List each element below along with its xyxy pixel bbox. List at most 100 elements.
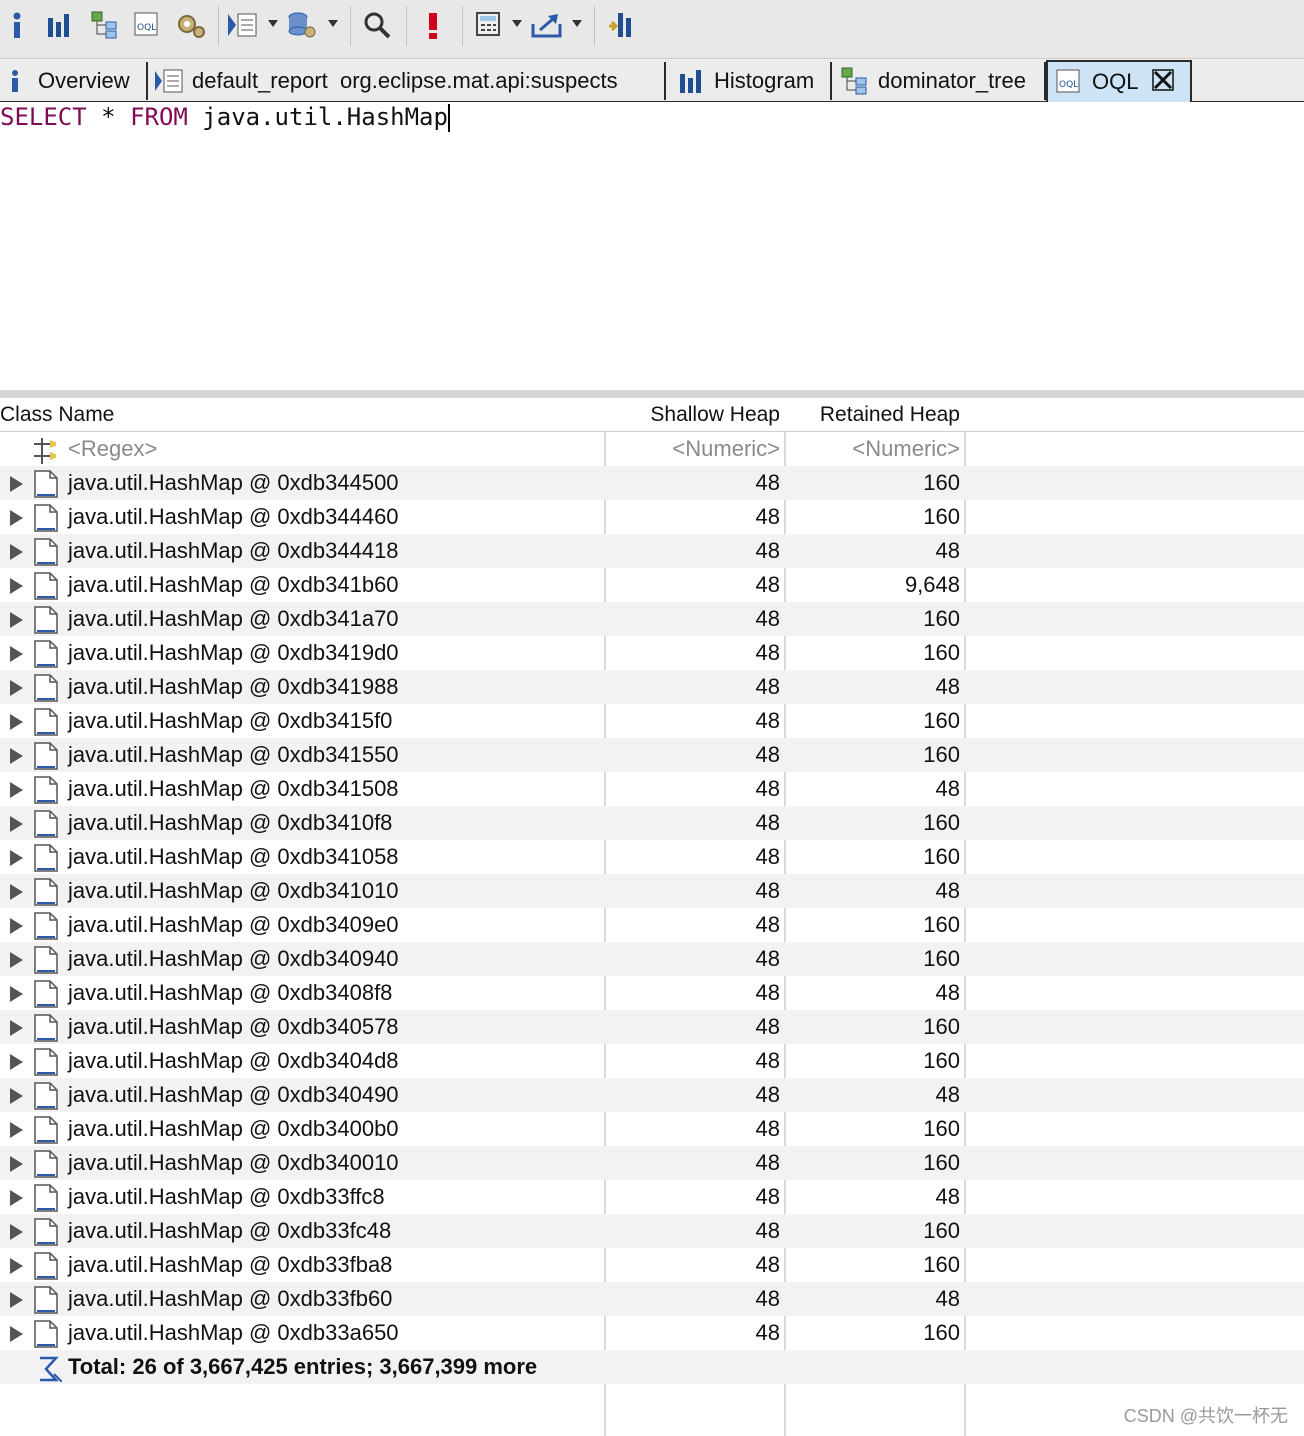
report-icon[interactable] [226,6,260,44]
expand-icon[interactable] [10,1292,23,1308]
expand-icon[interactable] [10,952,23,968]
table-row[interactable]: java.util.HashMap @ 0xdb340578 48 160 [0,1010,1304,1044]
class-name-cell[interactable]: java.util.HashMap @ 0xdb33fb60 [0,1282,604,1316]
class-name-cell[interactable]: java.util.HashMap @ 0xdb340578 [0,1010,604,1044]
compare-icon[interactable] [604,6,638,44]
expand-icon[interactable] [10,1156,23,1172]
search-icon[interactable] [360,6,394,44]
table-row[interactable]: java.util.HashMap @ 0xdb33fb60 48 48 [0,1282,1304,1316]
close-icon[interactable] [1152,69,1175,95]
expand-icon[interactable] [10,918,23,934]
table-row[interactable]: java.util.HashMap @ 0xdb344418 48 48 [0,534,1304,568]
class-name-cell[interactable]: java.util.HashMap @ 0xdb341b60 [0,568,604,602]
info-icon[interactable] [0,6,34,44]
table-row[interactable]: java.util.HashMap @ 0xdb341058 48 160 [0,840,1304,874]
expand-icon[interactable] [10,510,23,526]
class-name-cell[interactable]: java.util.HashMap @ 0xdb3415f0 [0,704,604,738]
column-header-class-name[interactable]: Class Name [0,401,114,429]
tab-default-report[interactable]: default_report org.eclipse.mat.api:suspe… [148,62,666,100]
table-row[interactable]: java.util.HashMap @ 0xdb341988 48 48 [0,670,1304,704]
export-dropdown-icon[interactable] [572,20,582,27]
expand-icon[interactable] [10,1020,23,1036]
table-row[interactable]: java.util.HashMap @ 0xdb341010 48 48 [0,874,1304,908]
expand-icon[interactable] [10,850,23,866]
tab-oql[interactable]: OQL OQL [1046,60,1192,102]
table-row[interactable]: java.util.HashMap @ 0xdb341b60 48 9,648 [0,568,1304,602]
class-name-cell[interactable]: java.util.HashMap @ 0xdb33fba8 [0,1248,604,1282]
table-row[interactable]: java.util.HashMap @ 0xdb33fc48 48 160 [0,1214,1304,1248]
dominator-tree-icon[interactable] [88,6,122,44]
expand-icon[interactable] [10,1122,23,1138]
class-name-cell[interactable]: java.util.HashMap @ 0xdb3410f8 [0,806,604,840]
expand-icon[interactable] [10,1224,23,1240]
class-name-cell[interactable]: java.util.HashMap @ 0xdb341550 [0,738,604,772]
retained-heap-filter[interactable]: <Numeric> [786,432,960,466]
table-row[interactable]: java.util.HashMap @ 0xdb3410f8 48 160 [0,806,1304,840]
export-icon[interactable] [530,6,564,44]
class-name-cell[interactable]: java.util.HashMap @ 0xdb340010 [0,1146,604,1180]
table-row[interactable]: java.util.HashMap @ 0xdb3400b0 48 160 [0,1112,1304,1146]
query-browser-icon[interactable] [286,6,320,44]
class-name-cell[interactable]: java.util.HashMap @ 0xdb341508 [0,772,604,806]
table-row[interactable]: java.util.HashMap @ 0xdb3408f8 48 48 [0,976,1304,1010]
table-row[interactable]: java.util.HashMap @ 0xdb340010 48 160 [0,1146,1304,1180]
expand-icon[interactable] [10,476,23,492]
class-name-cell[interactable]: java.util.HashMap @ 0xdb33a650 [0,1316,604,1350]
expand-icon[interactable] [10,1054,23,1070]
table-row[interactable]: java.util.HashMap @ 0xdb3415f0 48 160 [0,704,1304,738]
class-name-cell[interactable]: java.util.HashMap @ 0xdb3409e0 [0,908,604,942]
expand-icon[interactable] [10,646,23,662]
table-row[interactable]: java.util.HashMap @ 0xdb340940 48 160 [0,942,1304,976]
table-row[interactable]: java.util.HashMap @ 0xdb344500 48 160 [0,466,1304,500]
table-row[interactable]: java.util.HashMap @ 0xdb341550 48 160 [0,738,1304,772]
table-row[interactable]: java.util.HashMap @ 0xdb33a650 48 160 [0,1316,1304,1350]
tab-dominator-tree[interactable]: dominator_tree [832,62,1046,100]
table-row[interactable]: java.util.HashMap @ 0xdb3409e0 48 160 [0,908,1304,942]
table-row[interactable]: java.util.HashMap @ 0xdb3404d8 48 160 [0,1044,1304,1078]
table-row[interactable]: java.util.HashMap @ 0xdb340490 48 48 [0,1078,1304,1112]
query-dropdown-icon[interactable] [328,20,338,27]
expand-icon[interactable] [10,1190,23,1206]
class-name-cell[interactable]: java.util.HashMap @ 0xdb3400b0 [0,1112,604,1146]
class-name-cell[interactable]: java.util.HashMap @ 0xdb33ffc8 [0,1180,604,1214]
expand-icon[interactable] [10,986,23,1002]
expand-icon[interactable] [10,1088,23,1104]
expand-icon[interactable] [10,782,23,798]
column-header-retained-heap[interactable]: Retained Heap [786,401,960,429]
expand-icon[interactable] [10,612,23,628]
expand-icon[interactable] [10,714,23,730]
class-name-cell[interactable]: java.util.HashMap @ 0xdb340940 [0,942,604,976]
table-row[interactable]: java.util.HashMap @ 0xdb33fba8 48 160 [0,1248,1304,1282]
oql-icon[interactable]: OQL [130,6,164,44]
tab-overview[interactable]: Overview [0,62,148,100]
oql-query-text[interactable]: SELECT * FROM java.util.HashMap [0,102,450,132]
expand-icon[interactable] [10,680,23,696]
expand-icon[interactable] [10,1326,23,1342]
table-row[interactable]: java.util.HashMap @ 0xdb3419d0 48 160 [0,636,1304,670]
class-name-cell[interactable]: java.util.HashMap @ 0xdb340490 [0,1078,604,1112]
class-name-cell[interactable]: java.util.HashMap @ 0xdb3404d8 [0,1044,604,1078]
gear-icon[interactable] [174,6,208,44]
expand-icon[interactable] [10,544,23,560]
table-row[interactable]: java.util.HashMap @ 0xdb341a70 48 160 [0,602,1304,636]
expand-icon[interactable] [10,748,23,764]
report-dropdown-icon[interactable] [268,20,278,27]
table-row[interactable]: java.util.HashMap @ 0xdb33ffc8 48 48 [0,1180,1304,1214]
expand-icon[interactable] [10,578,23,594]
class-name-cell[interactable]: java.util.HashMap @ 0xdb33fc48 [0,1214,604,1248]
class-name-filter[interactable]: <Regex> [0,432,604,466]
calculator-dropdown-icon[interactable] [512,20,522,27]
column-header-shallow-heap[interactable]: Shallow Heap [606,401,780,429]
expand-icon[interactable] [10,884,23,900]
class-name-cell[interactable]: java.util.HashMap @ 0xdb3408f8 [0,976,604,1010]
shallow-heap-filter[interactable]: <Numeric> [606,432,780,466]
editor-results-splitter[interactable] [0,390,1304,398]
class-name-cell[interactable]: java.util.HashMap @ 0xdb341988 [0,670,604,704]
class-name-cell[interactable]: java.util.HashMap @ 0xdb341058 [0,840,604,874]
leak-suspect-icon[interactable] [416,6,450,44]
class-name-cell[interactable]: java.util.HashMap @ 0xdb344500 [0,466,604,500]
class-name-cell[interactable]: java.util.HashMap @ 0xdb3419d0 [0,636,604,670]
class-name-cell[interactable]: java.util.HashMap @ 0xdb341010 [0,874,604,908]
oql-editor[interactable]: SELECT * FROM java.util.HashMap [0,102,1304,390]
table-row[interactable]: java.util.HashMap @ 0xdb341508 48 48 [0,772,1304,806]
